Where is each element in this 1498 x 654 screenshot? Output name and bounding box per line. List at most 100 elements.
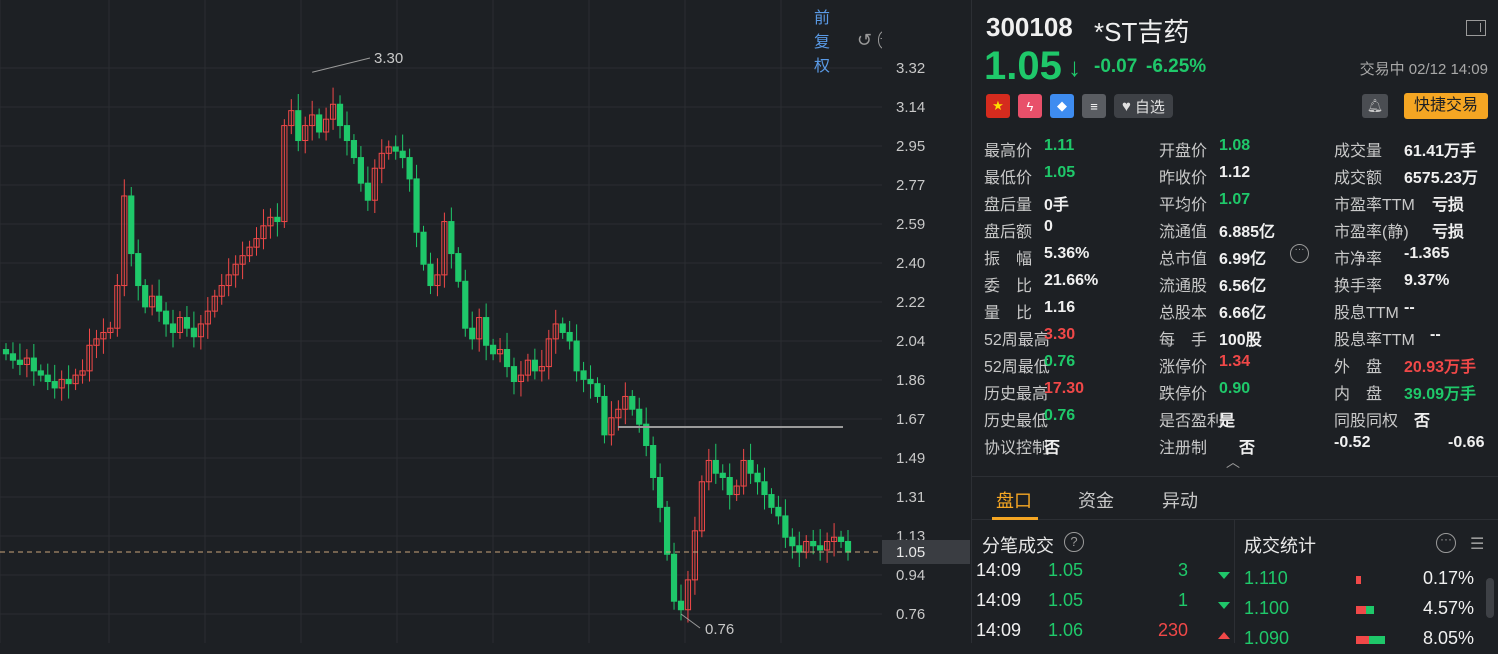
tick-price: 1.05 — [1048, 560, 1084, 580]
stat-label: 开盘价 — [1159, 143, 1208, 160]
stat-value: 6.885亿 — [1219, 224, 1276, 241]
adjust-mode-button[interactable]: 前复权 — [814, 4, 843, 76]
high-marker-line — [312, 57, 371, 73]
stat-value: 20.93万手 — [1404, 359, 1477, 376]
watchlist-label: 自选 — [1134, 98, 1165, 116]
stat-value: -- — [1404, 299, 1415, 316]
candle-body — [782, 515, 789, 538]
candle-body — [316, 114, 323, 133]
stat-label: 流通值 — [1159, 224, 1208, 241]
dist-pct: 8.05% — [1422, 628, 1474, 648]
y-tick-label: 1.86 — [896, 372, 926, 389]
stat-value: 0.76 — [1044, 407, 1076, 424]
list-icon[interactable]: ☰ — [1470, 534, 1484, 554]
stat-label: 是否盈利 — [1159, 413, 1224, 430]
more-info-icon[interactable]: ··· — [1290, 244, 1309, 263]
stat-row: 最高价 1.11 开盘价 1.08 成交量 61.41万手 — [984, 134, 1494, 161]
stat-label: 最低价 — [984, 170, 1033, 187]
lightning-icon[interactable]: ϟ — [1018, 94, 1042, 118]
tag-icon[interactable]: ◆ — [1050, 94, 1074, 118]
add-watchlist-button[interactable]: ♥ 自选 — [1114, 94, 1173, 118]
stat-label: 内 盘 — [1334, 386, 1383, 403]
stat-label: 最高价 — [984, 143, 1033, 160]
candle-body — [844, 540, 852, 553]
stat-label: 委 比 — [984, 278, 1033, 295]
stat-value: 100股 — [1219, 332, 1262, 349]
stat-value: 0手 — [1044, 197, 1069, 214]
kline-chart[interactable]: 3.300.76 前复权 ↺ − + — [0, 0, 908, 643]
tab-anomaly[interactable]: 异动 — [1162, 487, 1198, 513]
china-flag-icon[interactable]: ★ — [986, 94, 1010, 118]
candle-body — [629, 395, 636, 410]
stat-value: 否 — [1414, 413, 1431, 430]
stat-value: 1.11 — [1044, 137, 1075, 154]
candle-body — [350, 140, 358, 159]
distribution-row: 1.110 0.17% — [1244, 564, 1474, 594]
high-marker-label: 3.30 — [374, 50, 403, 67]
layout-toggle-icon[interactable] — [1466, 20, 1486, 36]
tab-orderbook[interactable]: 盘口 — [996, 487, 1032, 513]
candle-body — [483, 317, 490, 346]
stat-label: 涨停价 — [1159, 359, 1208, 376]
section-divider — [1234, 520, 1235, 643]
document-icon[interactable]: ≡ — [1082, 94, 1106, 118]
stat-value: 亏损 — [1432, 224, 1465, 241]
bell-icon[interactable]: 🔔︎ — [1362, 94, 1388, 118]
candle-body — [663, 506, 671, 555]
y-tick-label: 3.32 — [896, 60, 926, 77]
y-tick-label: 1.67 — [896, 411, 926, 428]
candle-body — [726, 477, 733, 496]
stat-label: 总市值 — [1159, 251, 1208, 268]
candle-body — [9, 353, 17, 361]
stat-label: 历史最低 — [984, 413, 1049, 430]
candle-body — [594, 383, 601, 397]
candle-body — [837, 536, 845, 542]
stat-label: 市净率 — [1334, 251, 1383, 268]
candle-body — [51, 381, 58, 389]
price-axis: 3.32 3.14 2.95 2.77 2.59 2.40 2.22 2.04 1.86 1.67… — [882, 0, 972, 643]
candle-body — [155, 295, 163, 312]
trade-status: 交易中 02/12 14:09 — [1359, 61, 1488, 78]
reset-icon[interactable]: ↺ — [857, 30, 872, 51]
y-tick-label: 3.14 — [896, 99, 926, 116]
candle-body — [336, 103, 344, 127]
tag-bar: ★ ϟ ◆ ≡ ♥ 自选 — [986, 94, 1173, 118]
scrollbar[interactable] — [1486, 578, 1494, 618]
stat-value: 39.09万手 — [1404, 386, 1477, 403]
sell-volume-bar — [1366, 606, 1374, 614]
dist-price: 1.100 — [1244, 598, 1290, 618]
candle-body — [455, 253, 462, 282]
dist-pct: 0.17% — [1422, 568, 1474, 588]
stat-label: -0.52 — [1334, 434, 1371, 451]
candle-body — [135, 253, 142, 287]
stat-value: 否 — [1239, 440, 1256, 457]
candle-body — [566, 331, 573, 342]
collapse-chevron-icon[interactable]: ︿ — [1226, 452, 1240, 472]
stat-label: 昨收价 — [1159, 170, 1208, 187]
price-change-pct: -6.25% — [1146, 56, 1207, 77]
heart-icon: ♥ — [1122, 97, 1131, 115]
quick-trade-button[interactable]: 快捷交易 — [1404, 93, 1488, 119]
candle-body — [559, 323, 566, 333]
stat-value: 1.05 — [1044, 164, 1076, 181]
stat-label: 外 盘 — [1334, 359, 1383, 376]
candle-body — [343, 125, 351, 142]
candle-body — [357, 157, 364, 184]
distribution-row: 1.090 8.05% — [1244, 624, 1474, 654]
stat-label: 股息率TTM — [1334, 332, 1415, 349]
candle-body — [44, 374, 51, 383]
tab-capital[interactable]: 资金 — [1078, 487, 1114, 513]
stat-value: 1.08 — [1219, 137, 1251, 154]
candle-body — [677, 600, 685, 611]
tick-volume: 1 — [1177, 590, 1188, 610]
candle-body — [427, 263, 434, 287]
candle-body — [657, 477, 664, 508]
stat-label: 跌停价 — [1159, 386, 1208, 403]
candle-body — [420, 231, 427, 265]
stat-label: 52周最低 — [984, 359, 1050, 376]
stat-label: 市盈率(静) — [1334, 224, 1409, 241]
more-icon[interactable]: ··· — [1436, 533, 1456, 553]
help-icon[interactable]: ? — [1064, 532, 1084, 552]
stat-label: 同股同权 — [1334, 413, 1399, 430]
stat-label: 振 幅 — [984, 251, 1033, 268]
